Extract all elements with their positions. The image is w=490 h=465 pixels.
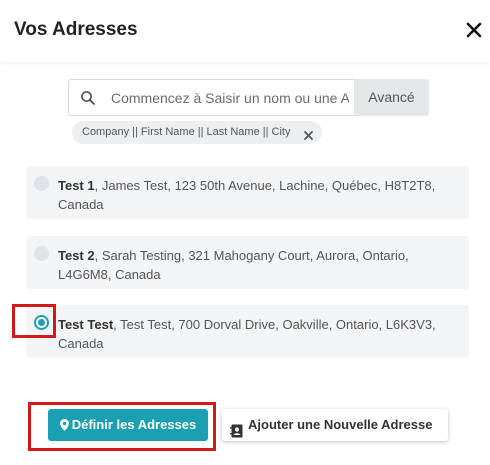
address-search-bar: Avancé xyxy=(68,79,429,116)
address-card[interactable]: Test 2, Sarah Testing, 321 Mahogany Cour… xyxy=(26,236,469,289)
chip-close-icon[interactable] xyxy=(303,127,314,140)
address-name: Test 1 xyxy=(58,178,95,193)
filter-chip: Company || First Name || Last Name || Ci… xyxy=(72,121,323,144)
address-details: , James Test, 123 50th Avenue, Lachine, … xyxy=(58,178,436,212)
add-address-label: Ajouter une Nouvelle Adresse xyxy=(248,417,433,432)
filter-chip-label: Company || First Name || Last Name || Ci… xyxy=(82,126,291,138)
close-icon[interactable] xyxy=(462,18,486,42)
add-address-button[interactable]: Ajouter une Nouvelle Adresse xyxy=(222,409,448,441)
address-text: Test 2, Sarah Testing, 321 Mahogany Cour… xyxy=(58,246,458,284)
address-radio[interactable] xyxy=(34,176,49,191)
modal-header: Vos Adresses xyxy=(0,0,490,62)
address-card[interactable]: Test Test, Test Test, 700 Dorval Drive, … xyxy=(26,305,469,358)
search-input[interactable] xyxy=(111,80,349,115)
search-icon xyxy=(80,90,96,106)
address-card[interactable]: Test 1, James Test, 123 50th Avenue, Lac… xyxy=(26,166,469,219)
address-details: , Sarah Testing, 321 Mahogany Court, Aur… xyxy=(58,248,409,282)
advanced-search-button[interactable]: Avancé xyxy=(354,79,429,116)
address-details: , Test Test, 700 Dorval Drive, Oakville,… xyxy=(58,317,436,351)
page-title: Vos Adresses xyxy=(14,19,138,40)
highlight-box xyxy=(12,304,56,338)
highlight-box xyxy=(28,402,216,451)
address-radio[interactable] xyxy=(34,246,49,261)
address-text: Test Test, Test Test, 700 Dorval Drive, … xyxy=(58,315,458,353)
address-text: Test 1, James Test, 123 50th Avenue, Lac… xyxy=(58,176,458,214)
address-name: Test 2 xyxy=(58,248,95,263)
address-name: Test Test xyxy=(58,317,114,332)
address-book-icon xyxy=(230,418,244,438)
